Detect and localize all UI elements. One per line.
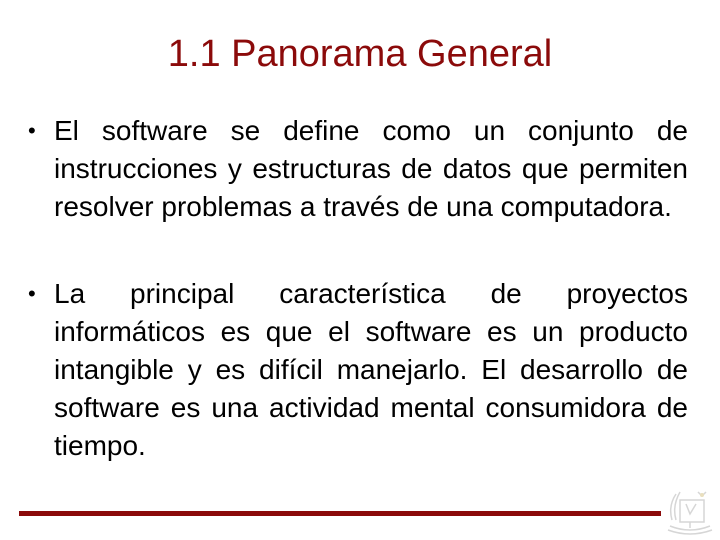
bullet-item: • El software se define como un conjunto… [28, 112, 688, 226]
bullet-text: El software se define como un conjunto d… [54, 115, 688, 222]
bullet-marker: • [28, 281, 36, 306]
slide-title: 1.1 Panorama General [167, 33, 553, 75]
bullet-text: La principal característica de proyectos… [54, 278, 688, 461]
bullet-item: • La principal característica de proyect… [28, 275, 688, 465]
institution-crest-icon [667, 491, 713, 535]
bullet-list: • El software se define como un conjunto… [28, 112, 688, 465]
bullet-marker: • [28, 118, 36, 143]
footer-divider [19, 511, 661, 516]
